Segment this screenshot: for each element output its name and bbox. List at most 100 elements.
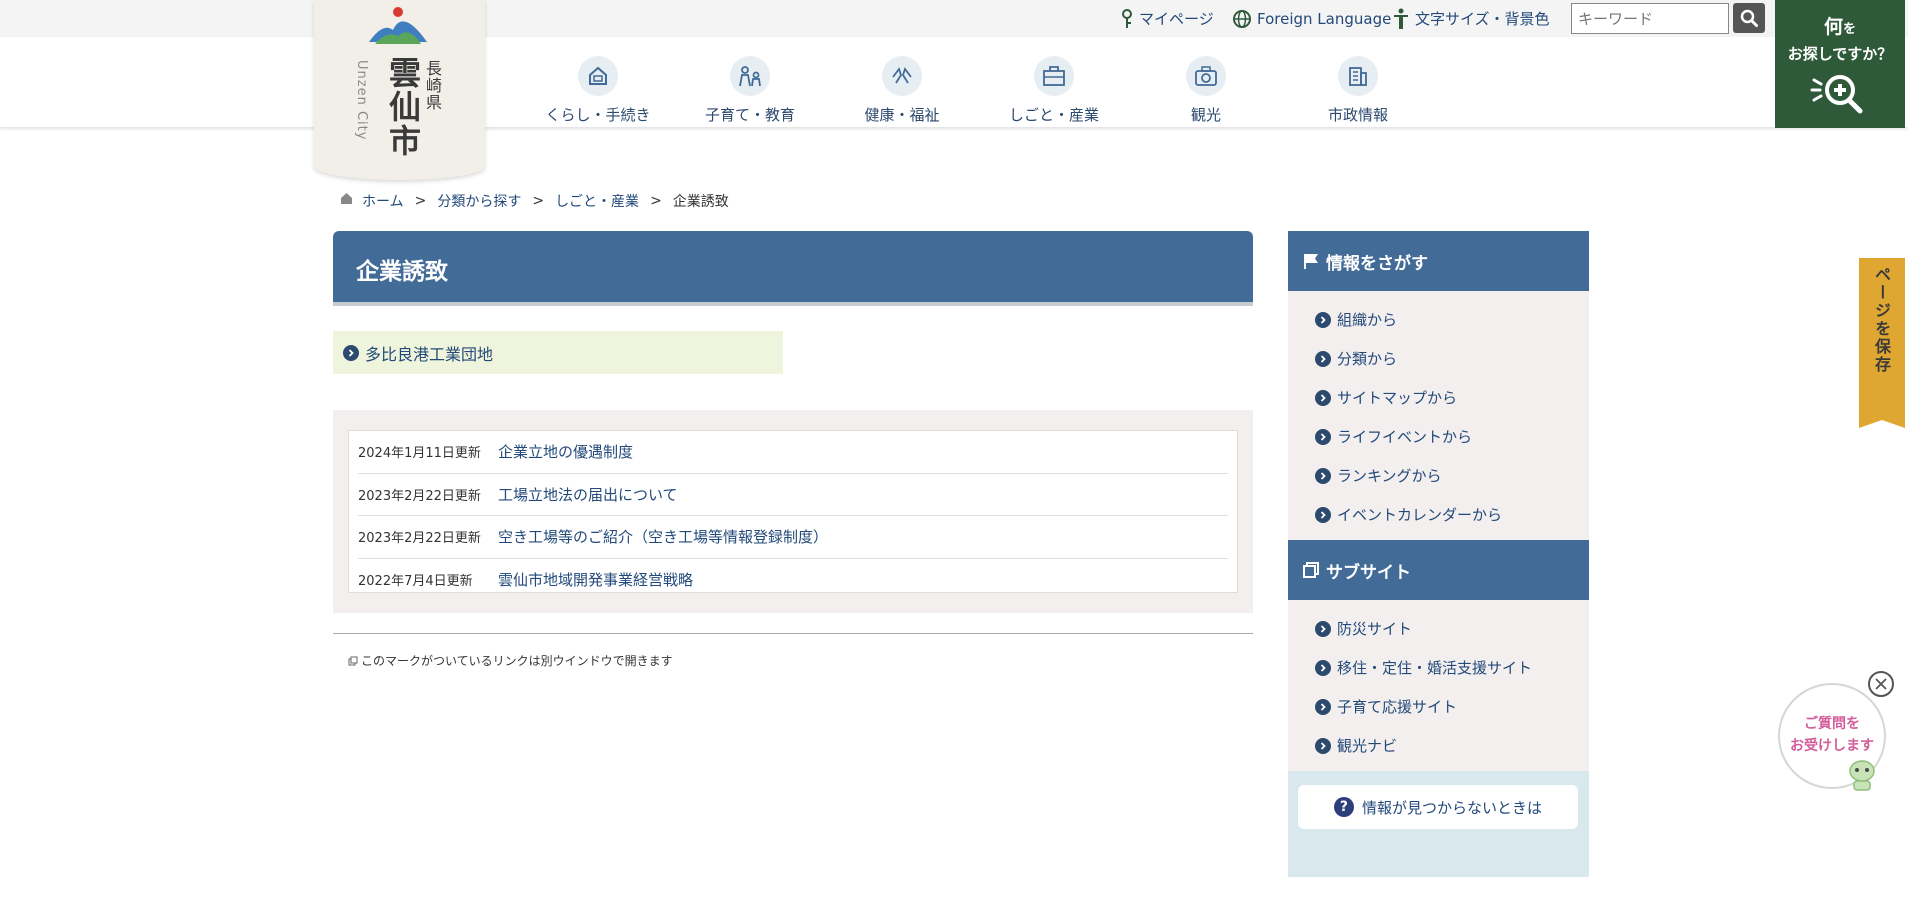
sidebar-item-tourism-navi[interactable]: 観光ナビ [1288,726,1589,765]
new-window-note-text: このマークがついているリンクは別ウインドウで開きます [361,654,673,668]
chatbot-text: ご質問を お受けします [1790,716,1874,754]
list-item: 2022年7月4日更新 雲仙市地域開発事業経営戦略 [358,559,1228,602]
nav-item-government[interactable]: 市政情報 [1283,56,1433,125]
breadcrumb: ホーム > 分類から探す > しごと・産業 > 企業誘致 [340,191,729,211]
nav-item-childcare[interactable]: 子育て・教育 [675,56,825,125]
nav-label: 市政情報 [1327,106,1388,124]
sidebar-search-heading: 情報をさがす [1288,231,1589,291]
nav-label: しごと・産業 [1008,106,1099,124]
close-icon [1875,678,1887,690]
sidebar-item-event-calendar[interactable]: イベントカレンダーから [1288,495,1589,534]
nav-item-tourism[interactable]: 観光 [1131,56,1281,125]
update-date: 2022年7月4日更新 [358,574,473,590]
divider [333,633,1253,634]
sidebar: 情報をさがす 組織から 分類から サイトマップから ライフイベントから ランキン… [1288,231,1589,877]
sidebar-item-label: 防災サイト [1337,620,1413,638]
breadcrumb-work[interactable]: しごと・産業 [555,191,639,211]
sidebar-item-organization[interactable]: 組織から [1288,300,1589,339]
update-link[interactable]: 企業立地の優遇制度 [498,441,633,462]
chevron-right-icon [1315,506,1331,523]
sidebar-item-label: ライフイベントから [1337,428,1473,446]
globe-icon [1233,9,1251,28]
page-title: 企業誘致 [356,259,448,285]
chatbot-button[interactable]: ご質問を お受けします [1778,683,1886,791]
sidebar-item-sitemap[interactable]: サイトマップから [1288,378,1589,417]
chevron-right-icon [1315,659,1331,676]
building-icon [1338,56,1378,96]
sidebar-item-label: 分類から [1337,350,1398,368]
update-link[interactable]: 雲仙市地域開発事業経営戦略 [498,569,693,590]
chevron-right-icon [1315,428,1331,445]
list-item: 2023年2月22日更新 工場立地法の届出について [358,474,1228,516]
sidebar-subsite-heading: サブサイト [1288,540,1589,600]
logo-english: Unzen City [354,60,369,141]
site-logo[interactable]: 雲仙市 長崎県 [314,0,485,180]
nav-label: 観光 [1190,106,1221,124]
sidebar-item-relocation[interactable]: 移住・定住・婚活支援サイト [1288,648,1589,687]
search-input[interactable] [1571,3,1729,34]
new-window-note: このマークがついているリンクは別ウインドウで開きます [348,652,673,669]
breadcrumb-current: 企業誘致 [672,194,729,210]
updates-list: 2024年1月11日更新 企業立地の優遇制度 2023年2月22日更新 工場立地… [348,430,1238,593]
robot-icon [1849,760,1875,791]
list-item: 2023年2月22日更新 空き工場等のご紹介（空き工場等情報登録制度） [358,516,1228,559]
category-link[interactable]: 多比良港工業団地 [333,331,783,374]
breadcrumb-category[interactable]: 分類から探す [437,191,521,211]
breadcrumb-separator: > [532,193,545,209]
sidebar-item-disaster[interactable]: 防災サイト [1288,609,1589,648]
new-window-icon [348,656,358,665]
chevron-right-icon [1315,620,1331,637]
breadcrumb-separator: > [650,193,662,209]
category-link-label: 多比良港工業団地 [365,344,494,364]
health-icon [882,56,922,96]
breadcrumb-separator: > [414,193,427,209]
person-icon [1394,8,1408,29]
updates-panel: 2024年1月11日更新 企業立地の優遇制度 2023年2月22日更新 工場立地… [333,410,1253,613]
find-info-button[interactable]: 何を お探しですか？ [1775,0,1905,128]
family-icon [730,56,770,96]
sidebar-item-label: 子育て応援サイト [1337,698,1458,716]
house-icon [578,56,618,96]
chevron-right-icon [1315,311,1331,328]
zoom-in-icon [1810,75,1863,114]
sidebar-item-label: イベントカレンダーから [1337,506,1503,524]
nav-label: 子育て・教育 [704,106,795,124]
chevron-right-icon [343,344,359,361]
search-icon [1740,9,1758,27]
text-size-label: 文字サイズ・背景色 [1415,10,1550,28]
nav-item-health[interactable]: 健康・福祉 [827,56,977,125]
update-date: 2023年2月22日更新 [358,531,481,547]
chat-close-button[interactable] [1868,671,1894,697]
mypage-link[interactable]: マイページ [1121,0,1214,37]
sidebar-item-life-event[interactable]: ライフイベントから [1288,417,1589,456]
page-title-bar: 企業誘致 [333,231,1253,306]
sidebar-item-ranking[interactable]: ランキングから [1288,456,1589,495]
sidebar-item-category[interactable]: 分類から [1288,339,1589,378]
sidebar-item-label: 組織から [1337,311,1398,329]
search-button[interactable] [1733,3,1765,33]
find-info-line2: お探しですか？ [1787,45,1893,63]
update-link[interactable]: 工場立地法の届出について [498,484,678,505]
chevron-right-icon [1315,737,1331,754]
chevron-right-icon [1315,467,1331,484]
save-page-tab[interactable]: ページを保存 [1859,258,1905,428]
nav-label: くらし・手続き [545,106,651,124]
sidebar-item-label: 移住・定住・婚活支援サイト [1337,659,1533,677]
update-link[interactable]: 空き工場等のご紹介（空き工場等情報登録制度） [498,526,828,547]
chevron-right-icon [1315,350,1331,367]
briefcase-icon [1034,56,1074,96]
not-found-button[interactable]: ? 情報が見つからないときは [1298,785,1578,829]
nav-label: 健康・福祉 [864,106,940,124]
nav-item-living[interactable]: くらし・手続き [523,56,673,125]
nav-item-work[interactable]: しごと・産業 [979,56,1129,125]
sidebar-subsite-list: 防災サイト 移住・定住・婚活支援サイト 子育て応援サイト 観光ナビ [1288,600,1589,771]
save-page-label: ページを保存 [1872,266,1891,374]
not-found-label: 情報が見つからないときは [1361,798,1542,817]
ribbon-tail [1859,418,1905,428]
text-size-link[interactable]: 文字サイズ・背景色 [1393,0,1550,37]
breadcrumb-home[interactable]: ホーム [362,191,404,211]
sidebar-item-childcare-support[interactable]: 子育て応援サイト [1288,687,1589,726]
foreign-language-link[interactable]: Foreign Language [1233,0,1391,37]
sidebar-item-label: サイトマップから [1337,389,1458,407]
update-date: 2023年2月22日更新 [358,488,481,504]
